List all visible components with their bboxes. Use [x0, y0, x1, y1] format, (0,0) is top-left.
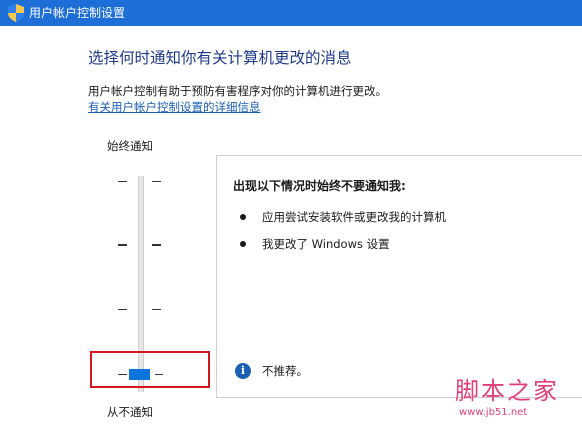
watermark: 脚本之家 www.jb51.net	[455, 376, 579, 422]
slider-tick	[118, 181, 127, 182]
panel-bullet-item: 我更改了 Windows 设置	[262, 237, 390, 251]
slider-tick	[152, 309, 161, 310]
info-icon: i	[235, 363, 251, 379]
slider-tick	[118, 244, 127, 246]
window-title: 用户帐户控制设置	[29, 6, 126, 20]
info-text: 不推荐。	[262, 364, 308, 378]
panel-title: 出现以下情况时始终不要通知我:	[233, 179, 406, 193]
slider-bottom-label: 从不通知	[107, 405, 153, 419]
slider-top-label: 始终通知	[107, 139, 153, 153]
panel-bullet-item: 应用尝试安装软件或更改我的计算机	[262, 210, 446, 224]
page-heading: 选择何时通知你有关计算机更改的消息	[88, 49, 352, 67]
description-text: 用户帐户控制有助于预防有害程序对你的计算机进行更改。	[88, 84, 387, 98]
highlight-box	[90, 351, 210, 388]
slider-tick	[152, 244, 161, 246]
slider-tick	[152, 181, 161, 182]
uac-shield-icon	[8, 4, 24, 22]
title-bar: 用户帐户控制设置	[0, 0, 582, 26]
watermark-brand: 脚本之家	[455, 377, 559, 405]
slider-tick	[118, 309, 127, 310]
bullet-icon	[240, 214, 246, 220]
details-link[interactable]: 有关用户帐户控制设置的详细信息	[88, 100, 261, 114]
bullet-icon	[240, 241, 246, 247]
watermark-url: www.jb51.net	[459, 407, 528, 418]
